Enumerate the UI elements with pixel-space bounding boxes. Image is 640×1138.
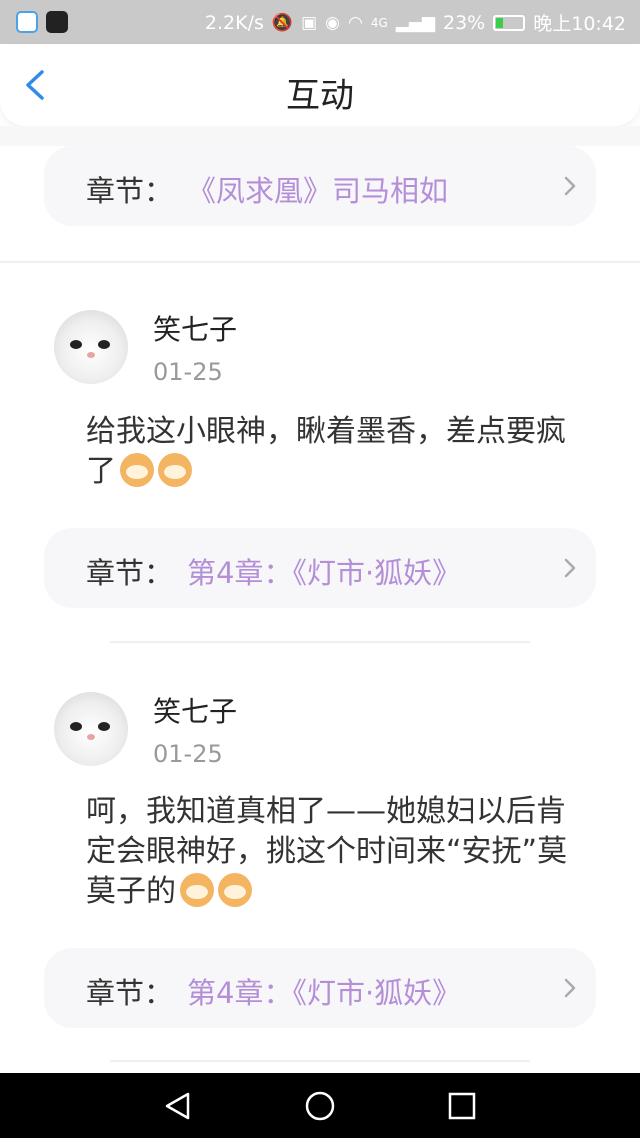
comment-divider bbox=[110, 641, 530, 643]
comment-text: 给我这小眼神，瞅着墨香，差点要疯了 bbox=[86, 412, 586, 492]
network-speed: 2.2K/s bbox=[204, 11, 264, 34]
mute-icon: 🔕 bbox=[271, 12, 294, 33]
comment-date: 01-25 bbox=[153, 740, 223, 768]
avatar-eye bbox=[70, 722, 82, 731]
battery-percent: 23% bbox=[443, 11, 486, 34]
comment-text: 呵，我知道真相了——她媳妇以后肯定会眼神好，挑这个时间来“安抚”莫莫子的 bbox=[86, 792, 586, 912]
chapter-title: 第4章：《灯市·狐妖》 bbox=[187, 556, 462, 590]
eye-icon: ◉ bbox=[325, 12, 340, 33]
avatar[interactable] bbox=[54, 310, 128, 384]
comment-divider bbox=[110, 1060, 530, 1062]
avatar-nose bbox=[87, 734, 95, 740]
chevron-right-icon bbox=[564, 176, 576, 196]
avatar[interactable] bbox=[54, 692, 128, 766]
avatar-eye bbox=[98, 340, 110, 349]
wifi-icon: ◠ bbox=[347, 12, 363, 33]
section-divider bbox=[0, 261, 640, 263]
nav-home-icon[interactable] bbox=[304, 1090, 336, 1122]
nav-back-icon[interactable] bbox=[162, 1090, 194, 1122]
status-bar-apps bbox=[16, 11, 68, 33]
doge-emoji-icon bbox=[120, 453, 154, 487]
chevron-right-icon bbox=[564, 558, 576, 578]
page-title: 互动 bbox=[286, 76, 354, 116]
comment-date: 01-25 bbox=[153, 358, 223, 386]
status-bar-indicators: 2.2K/s 🔕 ▣ ◉ ◠ 4G ▂▄▆ 23% 晚上10:42 bbox=[205, 9, 626, 36]
doge-emoji-icon bbox=[218, 873, 252, 907]
chapter-label: 章节： bbox=[86, 174, 174, 208]
battery-icon bbox=[493, 14, 526, 31]
chapter-title: 《凤求凰》司马相如 bbox=[187, 174, 449, 208]
chapter-link[interactable]: 章节： 第4章：《灯市·狐妖》 bbox=[44, 528, 596, 608]
clock: 晚上10:42 bbox=[533, 13, 626, 35]
chevron-right-icon bbox=[564, 978, 576, 998]
doge-emoji-icon bbox=[158, 453, 192, 487]
chapter-label: 章节： bbox=[86, 556, 174, 590]
signal-type: 4G bbox=[370, 15, 388, 30]
avatar-nose bbox=[87, 352, 95, 358]
comment-body: 呵，我知道真相了——她媳妇以后肯定会眼神好，挑这个时间来“安抚”莫莫子的 bbox=[86, 794, 568, 909]
app-header: 互动 bbox=[0, 44, 640, 126]
avatar-eye bbox=[70, 340, 82, 349]
tiktok-app-icon bbox=[46, 11, 68, 33]
system-nav-bar bbox=[0, 1073, 640, 1138]
comment-author[interactable]: 笑七子 bbox=[153, 690, 237, 730]
comment-author[interactable]: 笑七子 bbox=[153, 308, 237, 348]
header-shadow-band bbox=[0, 126, 640, 146]
signal-icon: ▂▄▆ bbox=[395, 12, 435, 33]
chapter-link-top[interactable]: 章节： 《凤求凰》司马相如 bbox=[44, 146, 596, 226]
status-bar: 2.2K/s 🔕 ▣ ◉ ◠ 4G ▂▄▆ 23% 晚上10:42 bbox=[0, 0, 640, 44]
avatar-eye bbox=[98, 722, 110, 731]
battery-level bbox=[496, 17, 503, 28]
chapter-link[interactable]: 章节： 第4章：《灯市·狐妖》 bbox=[44, 948, 596, 1028]
chapter-label: 章节： bbox=[86, 976, 174, 1010]
doge-emoji-icon bbox=[180, 873, 214, 907]
nav-recents-icon[interactable] bbox=[446, 1090, 478, 1122]
browser-app-icon bbox=[16, 11, 38, 33]
chapter-title: 第4章：《灯市·狐妖》 bbox=[187, 976, 462, 1010]
hd-icon: ▣ bbox=[301, 12, 318, 33]
comment-body: 给我这小眼神，瞅着墨香，差点要疯了 bbox=[86, 414, 566, 489]
